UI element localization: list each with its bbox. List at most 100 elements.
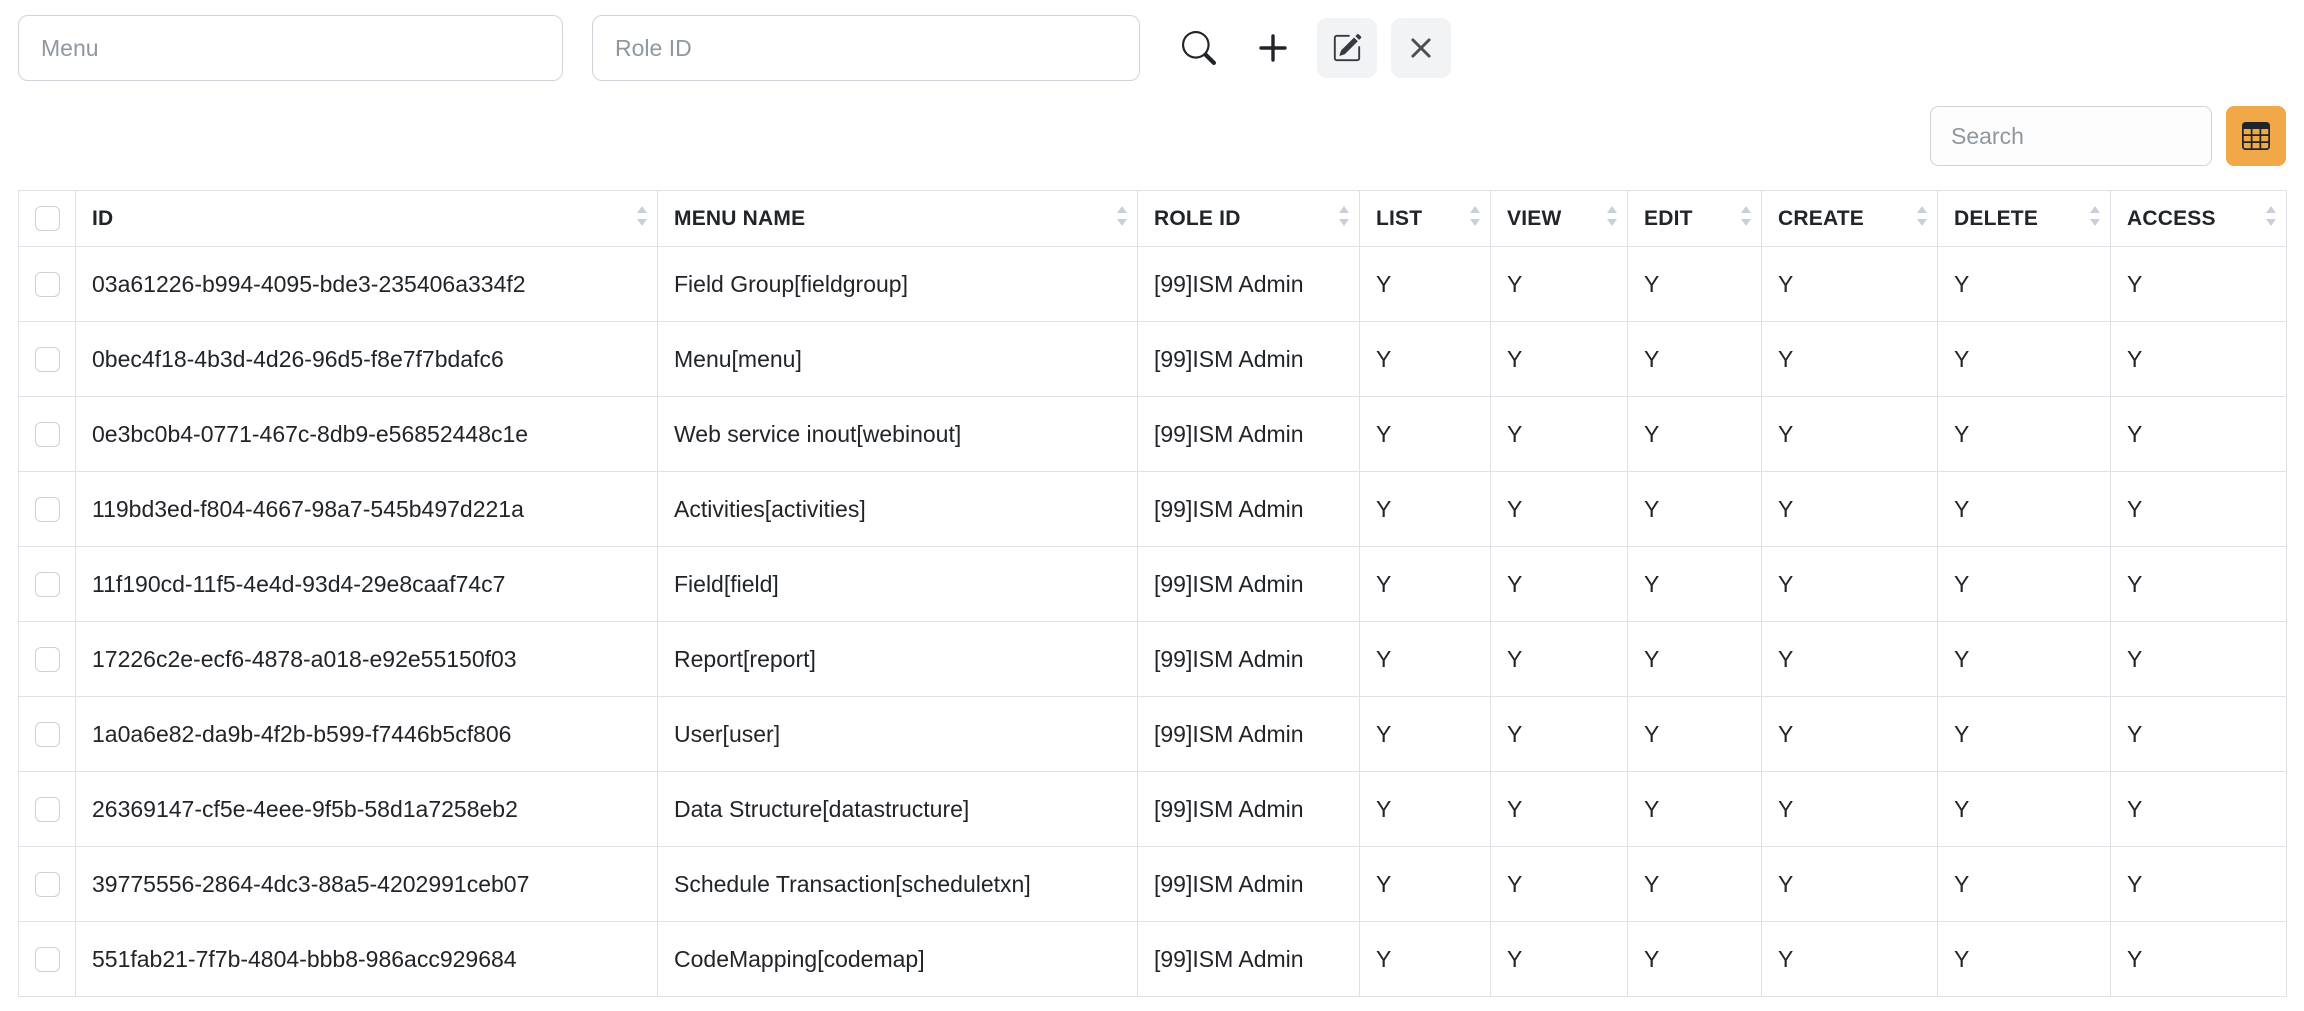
- select-all-checkbox[interactable]: [35, 206, 60, 231]
- cell-view: Y: [1491, 772, 1628, 847]
- column-header-create[interactable]: CREATE: [1762, 191, 1938, 247]
- role-id-input[interactable]: [592, 15, 1140, 81]
- column-header-id[interactable]: ID: [76, 191, 658, 247]
- row-checkbox[interactable]: [35, 572, 60, 597]
- table-row: 11f190cd-11f5-4e4d-93d4-29e8caaf74c7 Fie…: [19, 547, 2287, 622]
- row-checkbox[interactable]: [35, 947, 60, 972]
- cell-create: Y: [1762, 547, 1938, 622]
- column-header-label: DELETE: [1954, 207, 2038, 231]
- cell-create: Y: [1762, 472, 1938, 547]
- column-header-label: MENU NAME: [674, 207, 805, 231]
- cell-id: 0bec4f18-4b3d-4d26-96d5-f8e7f7bdafc6: [76, 322, 658, 397]
- cell-delete: Y: [1938, 622, 2111, 697]
- sort-icon: [1115, 204, 1129, 234]
- row-checkbox[interactable]: [35, 272, 60, 297]
- column-header-label: VIEW: [1507, 207, 1561, 231]
- row-checkbox[interactable]: [35, 497, 60, 522]
- cell-view: Y: [1491, 922, 1628, 997]
- cell-role-id: [99]ISM Admin: [1138, 397, 1360, 472]
- table-header-row: ID MENU NAME ROLE ID LIST VIEW EDIT CREA…: [19, 191, 2287, 247]
- cell-create: Y: [1762, 697, 1938, 772]
- sort-icon: [2264, 204, 2278, 234]
- cell-menu-name: Web service inout[webinout]: [658, 397, 1138, 472]
- cell-access: Y: [2111, 472, 2287, 547]
- cell-view: Y: [1491, 622, 1628, 697]
- column-header-menu-name[interactable]: MENU NAME: [658, 191, 1138, 247]
- columns-button[interactable]: [2226, 106, 2286, 166]
- column-header-delete[interactable]: DELETE: [1938, 191, 2111, 247]
- plus-icon: [1257, 32, 1289, 64]
- table-grid-icon: [2242, 122, 2270, 150]
- row-checkbox[interactable]: [35, 422, 60, 447]
- sort-icon: [1468, 204, 1482, 234]
- cell-view: Y: [1491, 397, 1628, 472]
- clear-button[interactable]: [1391, 18, 1451, 78]
- cell-role-id: [99]ISM Admin: [1138, 847, 1360, 922]
- column-header-role-id[interactable]: ROLE ID: [1138, 191, 1360, 247]
- cell-create: Y: [1762, 847, 1938, 922]
- column-header-label: ID: [92, 207, 113, 231]
- cell-delete: Y: [1938, 922, 2111, 997]
- cell-edit: Y: [1628, 697, 1762, 772]
- permissions-table: ID MENU NAME ROLE ID LIST VIEW EDIT CREA…: [18, 190, 2287, 997]
- cell-id: 11f190cd-11f5-4e4d-93d4-29e8caaf74c7: [76, 547, 658, 622]
- cell-role-id: [99]ISM Admin: [1138, 547, 1360, 622]
- cell-list: Y: [1360, 622, 1491, 697]
- cell-list: Y: [1360, 547, 1491, 622]
- row-checkbox[interactable]: [35, 647, 60, 672]
- table-row: 03a61226-b994-4095-bde3-235406a334f2 Fie…: [19, 247, 2287, 322]
- sort-icon: [1337, 204, 1351, 234]
- cell-create: Y: [1762, 247, 1938, 322]
- cell-id: 119bd3ed-f804-4667-98a7-545b497d221a: [76, 472, 658, 547]
- column-header-label: ACCESS: [2127, 207, 2216, 231]
- cell-edit: Y: [1628, 622, 1762, 697]
- add-button[interactable]: [1243, 18, 1303, 78]
- cell-delete: Y: [1938, 322, 2111, 397]
- cell-create: Y: [1762, 322, 1938, 397]
- cell-edit: Y: [1628, 397, 1762, 472]
- table-search-input[interactable]: [1930, 106, 2212, 166]
- cell-edit: Y: [1628, 847, 1762, 922]
- column-header-list[interactable]: LIST: [1360, 191, 1491, 247]
- menu-input[interactable]: [18, 15, 563, 81]
- cell-role-id: [99]ISM Admin: [1138, 322, 1360, 397]
- row-checkbox[interactable]: [35, 722, 60, 747]
- column-header-access[interactable]: ACCESS: [2111, 191, 2287, 247]
- cell-delete: Y: [1938, 697, 2111, 772]
- column-header-edit[interactable]: EDIT: [1628, 191, 1762, 247]
- toolbar: [0, 0, 2304, 81]
- cell-access: Y: [2111, 847, 2287, 922]
- row-checkbox[interactable]: [35, 347, 60, 372]
- row-checkbox[interactable]: [35, 872, 60, 897]
- cell-edit: Y: [1628, 547, 1762, 622]
- cell-delete: Y: [1938, 472, 2111, 547]
- cell-menu-name: Activities[activities]: [658, 472, 1138, 547]
- sort-icon: [635, 204, 649, 234]
- cell-role-id: [99]ISM Admin: [1138, 697, 1360, 772]
- search-button[interactable]: [1169, 18, 1229, 78]
- cell-list: Y: [1360, 472, 1491, 547]
- cell-menu-name: CodeMapping[codemap]: [658, 922, 1138, 997]
- cell-delete: Y: [1938, 847, 2111, 922]
- table-row: 1a0a6e82-da9b-4f2b-b599-f7446b5cf806 Use…: [19, 697, 2287, 772]
- cell-id: 0e3bc0b4-0771-467c-8db9-e56852448c1e: [76, 397, 658, 472]
- table-row: 119bd3ed-f804-4667-98a7-545b497d221a Act…: [19, 472, 2287, 547]
- search-icon: [1182, 31, 1216, 65]
- cell-menu-name: Report[report]: [658, 622, 1138, 697]
- column-header-view[interactable]: VIEW: [1491, 191, 1628, 247]
- cell-edit: Y: [1628, 772, 1762, 847]
- cell-id: 551fab21-7f7b-4804-bbb8-986acc929684: [76, 922, 658, 997]
- cell-create: Y: [1762, 622, 1938, 697]
- cell-access: Y: [2111, 772, 2287, 847]
- row-checkbox[interactable]: [35, 797, 60, 822]
- edit-button[interactable]: [1317, 18, 1377, 78]
- cell-access: Y: [2111, 322, 2287, 397]
- cell-edit: Y: [1628, 247, 1762, 322]
- sort-icon: [1605, 204, 1619, 234]
- cell-edit: Y: [1628, 322, 1762, 397]
- cell-menu-name: Data Structure[datastructure]: [658, 772, 1138, 847]
- table-row: 17226c2e-ecf6-4878-a018-e92e55150f03 Rep…: [19, 622, 2287, 697]
- cell-create: Y: [1762, 397, 1938, 472]
- cell-list: Y: [1360, 922, 1491, 997]
- cell-edit: Y: [1628, 922, 1762, 997]
